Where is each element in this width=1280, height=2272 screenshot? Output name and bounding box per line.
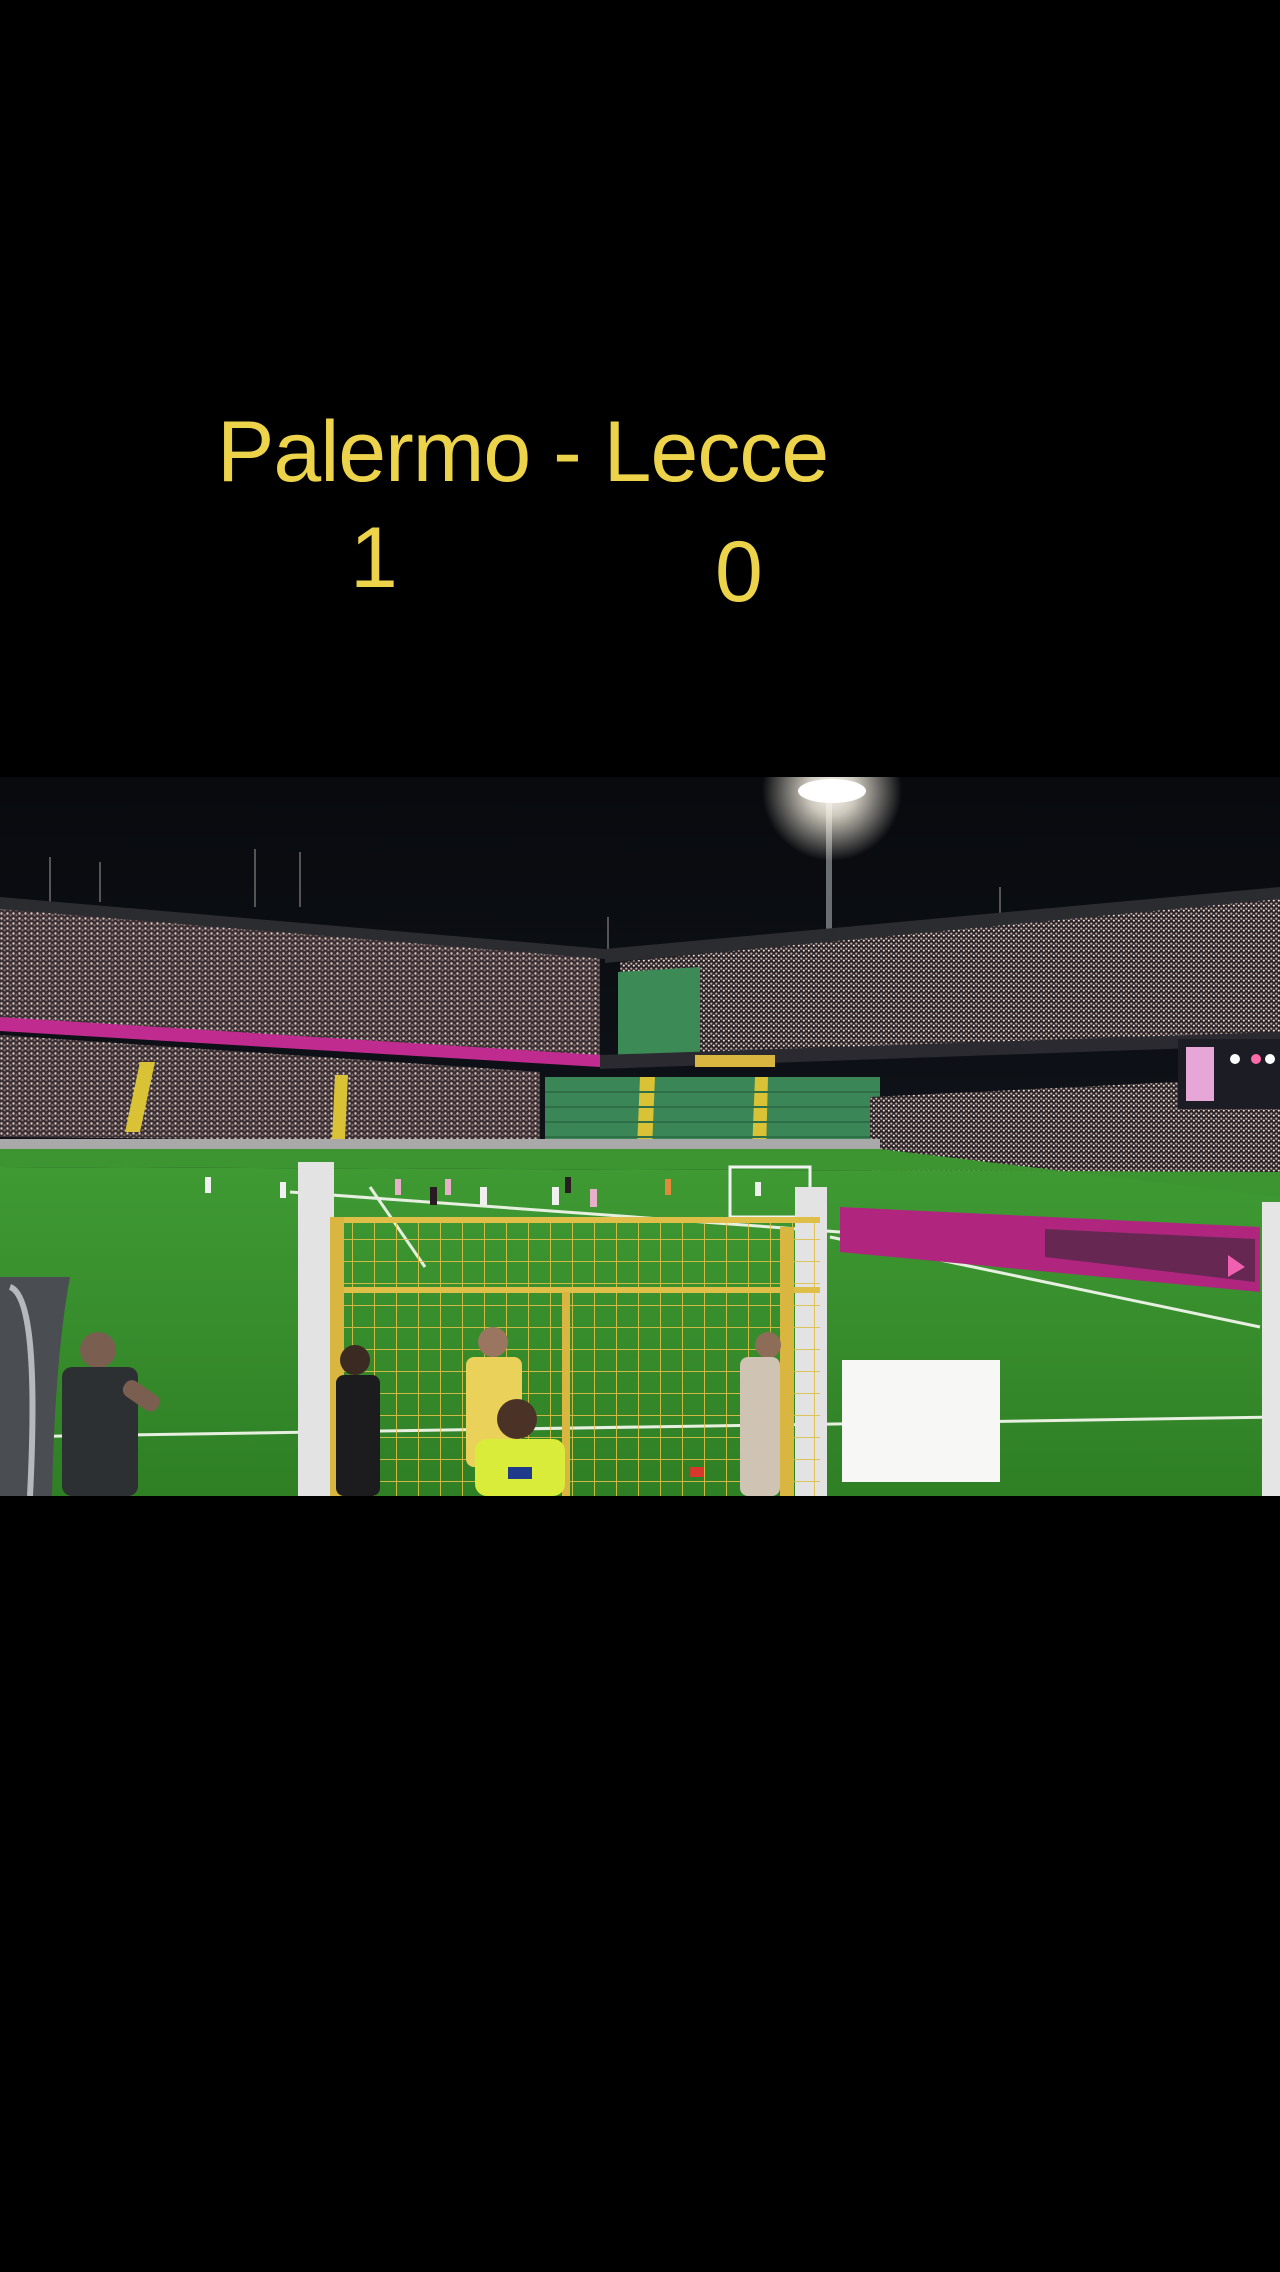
fence-post-left <box>298 1162 334 1496</box>
empty-green-seats-upper <box>618 967 700 1062</box>
stadium-scene <box>0 777 1280 1496</box>
bottom-black-band <box>0 1496 1280 2272</box>
match-title: Palermo - Lecce <box>217 404 829 500</box>
away-score: 0 <box>715 524 763 620</box>
stadium-photo <box>0 777 1280 1496</box>
home-score: 1 <box>350 510 398 606</box>
white-sign <box>842 1360 1000 1482</box>
match-caption: Palermo - Lecce 1 0 <box>0 0 1280 777</box>
